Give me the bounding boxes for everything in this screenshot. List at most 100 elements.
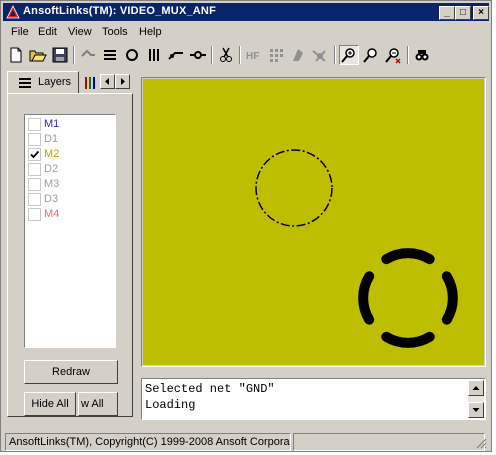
net-button[interactable]: HF [244, 45, 264, 65]
tab-layers[interactable]: Layers [7, 71, 79, 93]
route-icon [168, 52, 183, 60]
zoom-out-icon [385, 48, 401, 64]
zoom-out-button[interactable] [383, 45, 403, 65]
columns-icon [149, 49, 159, 61]
tab-scroll-left[interactable] [100, 74, 115, 89]
show-all-button[interactable]: w All [78, 392, 118, 416]
component-button[interactable] [288, 45, 308, 65]
save-icon [52, 47, 68, 63]
zoom-in-button[interactable] [339, 45, 359, 65]
checkmark-icon [30, 150, 40, 159]
grid-button[interactable] [266, 45, 286, 65]
pin-button[interactable] [310, 45, 330, 65]
toolbar: HF [4, 43, 490, 67]
tab-scroll-right[interactable] [115, 74, 130, 89]
layer-checkbox[interactable] [28, 118, 41, 131]
menu-tools[interactable]: Tools [102, 26, 128, 38]
layer-row[interactable]: M1 [27, 117, 113, 132]
find-icon [415, 50, 429, 61]
trace-button[interactable] [78, 45, 98, 65]
layer-checkbox[interactable] [28, 178, 41, 191]
layers-panel: M1 D1 M2 D2 M3 D3 M4 Redraw Hide All w All [7, 93, 133, 417]
save-button[interactable] [50, 45, 70, 65]
status-field-empty [293, 433, 485, 451]
scissors-icon [220, 47, 232, 62]
menu-edit[interactable]: Edit [38, 26, 57, 38]
layer-label: D3 [44, 193, 59, 205]
layer-label: D2 [44, 163, 59, 175]
layer-row[interactable]: M3 [27, 177, 113, 192]
layer-checkbox[interactable] [28, 133, 41, 146]
zoom-button[interactable] [361, 45, 381, 65]
arrow-down-icon [472, 408, 480, 412]
redraw-button[interactable]: Redraw [24, 360, 118, 384]
menu-view[interactable]: View [68, 26, 92, 38]
menu-help[interactable]: Help [139, 26, 162, 38]
minimize-icon: _ [444, 7, 450, 18]
pin-icon [312, 50, 326, 62]
layer-row[interactable]: D2 [27, 162, 113, 177]
menu-file[interactable]: File [11, 26, 29, 38]
hide-all-button[interactable]: Hide All [24, 392, 76, 416]
log-scrollbar[interactable] [468, 380, 484, 418]
cut-button[interactable] [216, 45, 236, 65]
chevron-right-icon [121, 78, 125, 85]
layer-label: D1 [44, 133, 59, 145]
arrow-up-icon [472, 386, 480, 390]
status-text: AnsoftLinks(TM), Copyright(C) 1999-2008 … [5, 433, 291, 451]
new-file-button[interactable] [6, 45, 26, 65]
hide-all-label: Hide All [31, 398, 69, 410]
find-button[interactable] [412, 45, 432, 65]
layers-tab-icon [18, 77, 32, 92]
layer-row[interactable]: D3 [27, 192, 113, 207]
circle-button[interactable] [122, 45, 142, 65]
layer-row[interactable]: M4 [27, 207, 113, 222]
toolbar-separator [73, 46, 75, 64]
layer-label: M1 [44, 118, 60, 130]
circle-icon [126, 49, 138, 61]
toolbar-separator [334, 46, 336, 64]
layer-list: M1 D1 M2 D2 M3 D3 M4 [24, 114, 116, 348]
maximize-button[interactable]: □ [455, 6, 471, 20]
layers-button[interactable] [100, 45, 120, 65]
layout-drawing [143, 79, 484, 365]
tab-nets[interactable] [83, 75, 97, 94]
svg-text:HF: HF [246, 51, 259, 62]
title-bar[interactable]: AnsoftLinks(TM): VIDEO_MUX_ANF _ □ × [3, 3, 489, 21]
layer-checkbox[interactable] [28, 193, 41, 206]
toolbar-separator [239, 46, 241, 64]
layer-checkbox[interactable] [28, 208, 41, 221]
via-button[interactable] [188, 45, 208, 65]
maximize-icon: □ [459, 7, 467, 18]
scroll-up-button[interactable] [468, 380, 484, 396]
route-button[interactable] [166, 45, 186, 65]
columns-button[interactable] [144, 45, 164, 65]
message-log[interactable]: Selected net "GND" Loading [141, 378, 486, 420]
close-button[interactable]: × [473, 6, 489, 20]
tab-layers-label: Layers [38, 76, 72, 88]
log-line: Loading [145, 398, 196, 412]
canvas-background [143, 79, 484, 365]
layer-checkbox[interactable] [28, 148, 41, 161]
layout-canvas[interactable] [143, 79, 484, 365]
open-button[interactable] [28, 45, 48, 65]
layer-label: M3 [44, 178, 60, 190]
scroll-down-button[interactable] [468, 402, 484, 418]
open-folder-icon [29, 50, 47, 62]
layer-checkbox[interactable] [28, 163, 41, 176]
zoom-in-icon [341, 48, 355, 63]
resize-grip-icon[interactable] [475, 437, 487, 452]
show-all-label: w All [81, 398, 104, 410]
minimize-button[interactable]: _ [439, 6, 455, 20]
log-line: Selected net "GND" [145, 382, 275, 396]
layer-label: M2 [44, 148, 60, 160]
ansoft-logo-icon [6, 5, 20, 19]
status-bar: AnsoftLinks(TM), Copyright(C) 1999-2008 … [3, 433, 489, 451]
layer-row[interactable]: M2 [27, 147, 113, 162]
layer-row[interactable]: D1 [27, 132, 113, 147]
via-icon [190, 51, 206, 59]
component-icon [293, 49, 303, 61]
layer-label: M4 [44, 208, 60, 220]
redraw-label: Redraw [52, 366, 90, 378]
chevron-left-icon [105, 78, 109, 85]
